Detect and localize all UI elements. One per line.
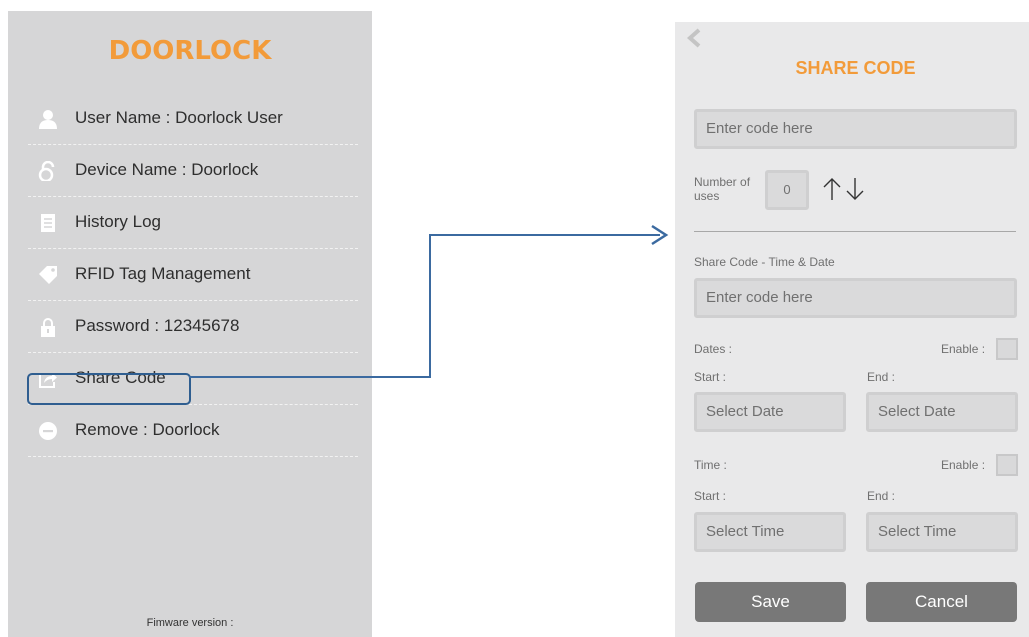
dates-label: Dates : [694,342,733,356]
time-date-section-label: Share Code - Time & Date [694,255,835,269]
start-time-picker[interactable]: Select Time [694,512,846,552]
menu-item-remove[interactable]: Remove : Doorlock [28,405,358,457]
menu-label: RFID Tag Management [75,264,251,283]
cancel-button[interactable]: Cancel [866,582,1017,622]
number-of-uses-value[interactable]: 0 [765,170,809,210]
back-chevron-icon[interactable] [681,24,707,52]
menu-item-history-log[interactable]: History Log [28,197,358,249]
user-icon [39,110,57,129]
number-of-uses-label: Number of uses [694,175,751,203]
firmware-version: Fimware version : [146,617,234,629]
lock-shape-icon [38,161,55,181]
tag-icon [39,266,57,284]
document-icon [41,214,55,232]
menu-item-user-name[interactable]: User Name : Doorlock User [28,93,358,145]
share-code-highlight-box [27,373,191,405]
end-date-picker[interactable]: Select Date [866,392,1018,432]
minus-circle-icon [39,422,57,440]
time-enable-label: Enable : [941,458,986,472]
menu-label: Password : 12345678 [75,316,240,335]
end-time-picker[interactable]: Select Time [866,512,1018,552]
date-end-label: End : [867,370,896,384]
share-code-screen: SHARE CODE Enter code here Number of use… [675,22,1029,637]
app-title: DOORLOCK [108,36,272,66]
dates-enable-label: Enable : [941,342,986,356]
side-menu-panel: DOORLOCK User Name : Doorlock User Devic… [8,11,372,637]
time-date-code-input[interactable]: Enter code here [694,278,1017,318]
menu-label: Remove : Doorlock [75,420,220,439]
dates-enable-checkbox[interactable] [996,338,1018,360]
increment-arrow-icon[interactable] [821,174,843,204]
section-divider [694,231,1016,232]
menu-label: User Name : Doorlock User [75,108,283,127]
code-input[interactable]: Enter code here [694,109,1017,149]
time-end-label: End : [867,489,896,503]
date-start-label: Start : [694,370,727,384]
menu-label: Device Name : Doorlock [75,160,259,179]
time-start-label: Start : [694,489,727,503]
menu-item-rfid-tag-management[interactable]: RFID Tag Management [28,249,358,301]
time-label: Time : [694,458,727,472]
decrement-arrow-icon[interactable] [844,174,866,204]
start-date-picker[interactable]: Select Date [694,392,846,432]
page-title: SHARE CODE [795,58,916,78]
menu-label: History Log [75,212,161,231]
save-button[interactable]: Save [695,582,846,622]
menu-item-password[interactable]: Password : 12345678 [28,301,358,353]
menu-item-device-name[interactable]: Device Name : Doorlock [28,145,358,197]
time-enable-checkbox[interactable] [996,454,1018,476]
padlock-icon [41,318,55,337]
